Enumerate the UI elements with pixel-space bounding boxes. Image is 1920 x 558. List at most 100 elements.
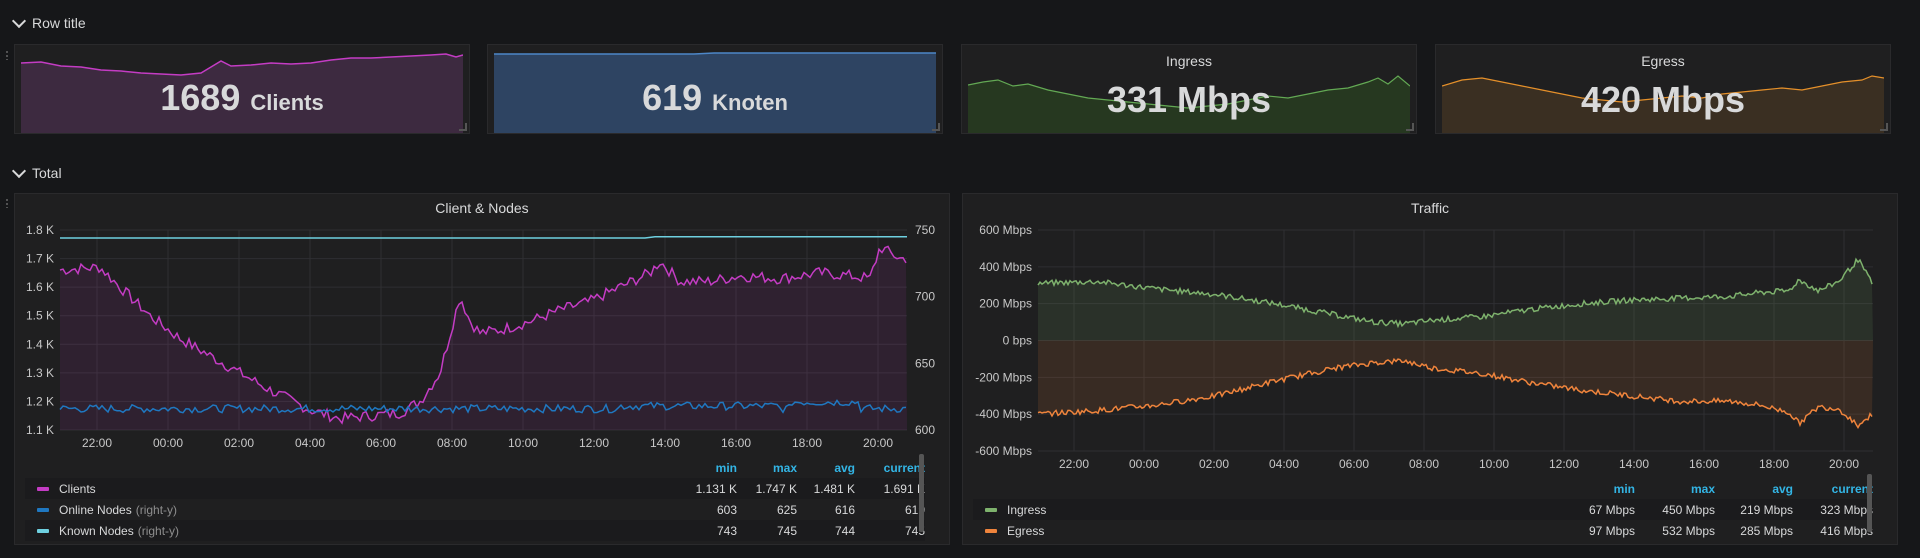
y-tick-label: 200 Mbps — [979, 297, 1032, 311]
legend-min: 603 — [716, 502, 737, 517]
series-name[interactable]: Online Nodes (right-y) — [59, 503, 677, 517]
legend: min max avg current Ingress 67 Mbps 450 … — [973, 478, 1873, 541]
chevron-down-icon[interactable] — [11, 13, 27, 29]
x-tick-label: 14:00 — [650, 436, 680, 450]
y-tick-label: -600 Mbps — [975, 444, 1032, 458]
x-tick-label: 12:00 — [579, 436, 609, 450]
legend-swatch[interactable] — [985, 528, 997, 533]
y-tick-label: -400 Mbps — [975, 407, 1032, 421]
legend-max: 450 Mbps — [1662, 502, 1715, 517]
x-tick-label: 10:00 — [1479, 457, 1509, 471]
graph-panel-traffic[interactable]: Traffic 600 Mbps 400 Mbps 200 Mbps 0 bps -20… — [962, 193, 1898, 545]
row-header-1[interactable]: Row title — [11, 13, 86, 31]
resize-handle-icon[interactable] — [1406, 123, 1414, 131]
resize-handle-icon[interactable] — [459, 123, 467, 131]
legend-header-max[interactable]: max — [1635, 482, 1715, 496]
y-tick-label: 1.3 K — [26, 366, 54, 380]
known-nodes-line[interactable] — [60, 235, 907, 239]
x-tick-label: 02:00 — [224, 436, 254, 450]
x-tick-label: 06:00 — [366, 436, 396, 450]
x-tick-label: 02:00 — [1199, 457, 1229, 471]
row-title: Total — [32, 165, 62, 181]
series-name[interactable]: Ingress — [1007, 503, 1575, 517]
legend-avg: 744 — [834, 523, 855, 538]
x-tick-label: 22:00 — [1059, 457, 1089, 471]
y-tick-label: 1.7 K — [26, 252, 54, 266]
legend-row[interactable]: Clients 1.131 K 1.747 K 1.481 K 1.691 K — [25, 478, 925, 499]
legend-scrollbar[interactable] — [1867, 474, 1872, 532]
stat-title: Egress — [1641, 53, 1685, 69]
legend-header-avg[interactable]: avg — [797, 461, 855, 475]
traffic-chart: 600 Mbps 400 Mbps 200 Mbps 0 bps -200 Mbps -4… — [975, 223, 1873, 471]
y-tick-label: 1.4 K — [26, 337, 54, 351]
stat-panel-egress[interactable]: Egress 420 Mbps — [1435, 44, 1891, 134]
legend-header-min[interactable]: min — [677, 461, 737, 475]
legend-min: 743 — [716, 523, 737, 538]
series-name[interactable]: Egress — [1007, 524, 1575, 538]
legend-header-max[interactable]: max — [737, 461, 797, 475]
legend-current: 323 Mbps — [1820, 502, 1873, 517]
stat-panel-ingress[interactable]: Ingress 331 Mbps — [961, 44, 1417, 134]
drag-handle-icon[interactable] — [5, 198, 9, 208]
resize-handle-icon[interactable] — [1880, 123, 1888, 131]
resize-handle-icon[interactable] — [932, 123, 940, 131]
x-tick-label: 18:00 — [792, 436, 822, 450]
legend-max: 1.747 K — [755, 481, 797, 496]
legend-header-current[interactable]: current — [855, 461, 925, 475]
axis-tag: (right-y) — [137, 523, 180, 538]
x-tick-label: 22:00 — [82, 436, 112, 450]
x-tick-label: 00:00 — [1129, 457, 1159, 471]
y-tick-label: 0 bps — [1003, 334, 1032, 348]
series-label[interactable]: Online Nodes — [59, 503, 132, 517]
legend-min: 97 Mbps — [1588, 523, 1635, 538]
stat-title: Ingress — [1166, 53, 1212, 69]
y2-tick-label: 750 — [915, 223, 935, 237]
row-header-2[interactable]: Total — [11, 163, 62, 181]
y2-tick-label: 700 — [915, 290, 935, 304]
x-tick-label: 16:00 — [721, 436, 751, 450]
y-tick-label: 1.2 K — [26, 394, 54, 408]
legend-row[interactable]: Ingress 67 Mbps 450 Mbps 219 Mbps 323 Mb… — [973, 499, 1873, 520]
x-tick-label: 14:00 — [1619, 457, 1649, 471]
graph-panel-clients-nodes[interactable]: Client & Nodes 1.8 K 1.7 K 1.6 K 1.5 K 1.4 K… — [14, 193, 950, 545]
drag-handle-icon[interactable] — [5, 50, 9, 60]
legend-header-min[interactable]: min — [1575, 482, 1635, 496]
stat-panel-clients[interactable]: 1689 Clients — [14, 44, 470, 134]
y-tick-label: 1.8 K — [26, 223, 54, 237]
legend-current: 416 Mbps — [1820, 523, 1873, 538]
row-title: Row title — [32, 15, 86, 31]
y2-tick-label: 600 — [915, 423, 935, 437]
value-unit: Knoten — [712, 90, 788, 115]
legend-scrollbar[interactable] — [919, 454, 924, 532]
y-tick-label: 1.6 K — [26, 280, 54, 294]
x-tick-label: 08:00 — [437, 436, 467, 450]
series-label[interactable]: Known Nodes — [59, 524, 134, 538]
legend-row[interactable]: Online Nodes (right-y) 603 625 616 619 — [25, 499, 925, 520]
legend-swatch[interactable] — [37, 486, 49, 491]
series-name[interactable]: Clients — [59, 482, 677, 496]
stat-panel-nodes[interactable]: 619 Knoten — [487, 44, 943, 134]
legend-avg: 616 — [834, 502, 855, 517]
legend-swatch[interactable] — [37, 528, 49, 533]
x-tick-label: 04:00 — [295, 436, 325, 450]
stat-value: 1689 Clients — [15, 77, 469, 119]
legend-row[interactable]: Egress 97 Mbps 532 Mbps 285 Mbps 416 Mbp… — [973, 520, 1873, 541]
series-name[interactable]: Known Nodes (right-y) — [59, 524, 677, 538]
legend-header-avg[interactable]: avg — [1715, 482, 1793, 496]
legend-row[interactable]: Known Nodes (right-y) 743 745 744 745 — [25, 520, 925, 541]
legend-header-current[interactable]: current — [1793, 482, 1873, 496]
y-tick-label: -200 Mbps — [975, 370, 1032, 384]
legend-min: 1.131 K — [695, 481, 737, 496]
legend-min: 67 Mbps — [1588, 502, 1635, 517]
value-number: 1689 — [160, 77, 241, 118]
stat-value: 619 Knoten — [488, 77, 942, 119]
y-tick-label: 400 Mbps — [979, 260, 1032, 274]
legend-swatch[interactable] — [37, 507, 49, 512]
legend-swatch[interactable] — [985, 507, 997, 512]
y-tick-label: 600 Mbps — [979, 223, 1032, 237]
stat-value: 331 Mbps — [1106, 79, 1272, 120]
legend-current: 619 — [904, 502, 925, 517]
legend-header: min max avg current — [973, 478, 1873, 499]
x-tick-label: 12:00 — [1549, 457, 1579, 471]
chevron-down-icon[interactable] — [11, 163, 27, 179]
